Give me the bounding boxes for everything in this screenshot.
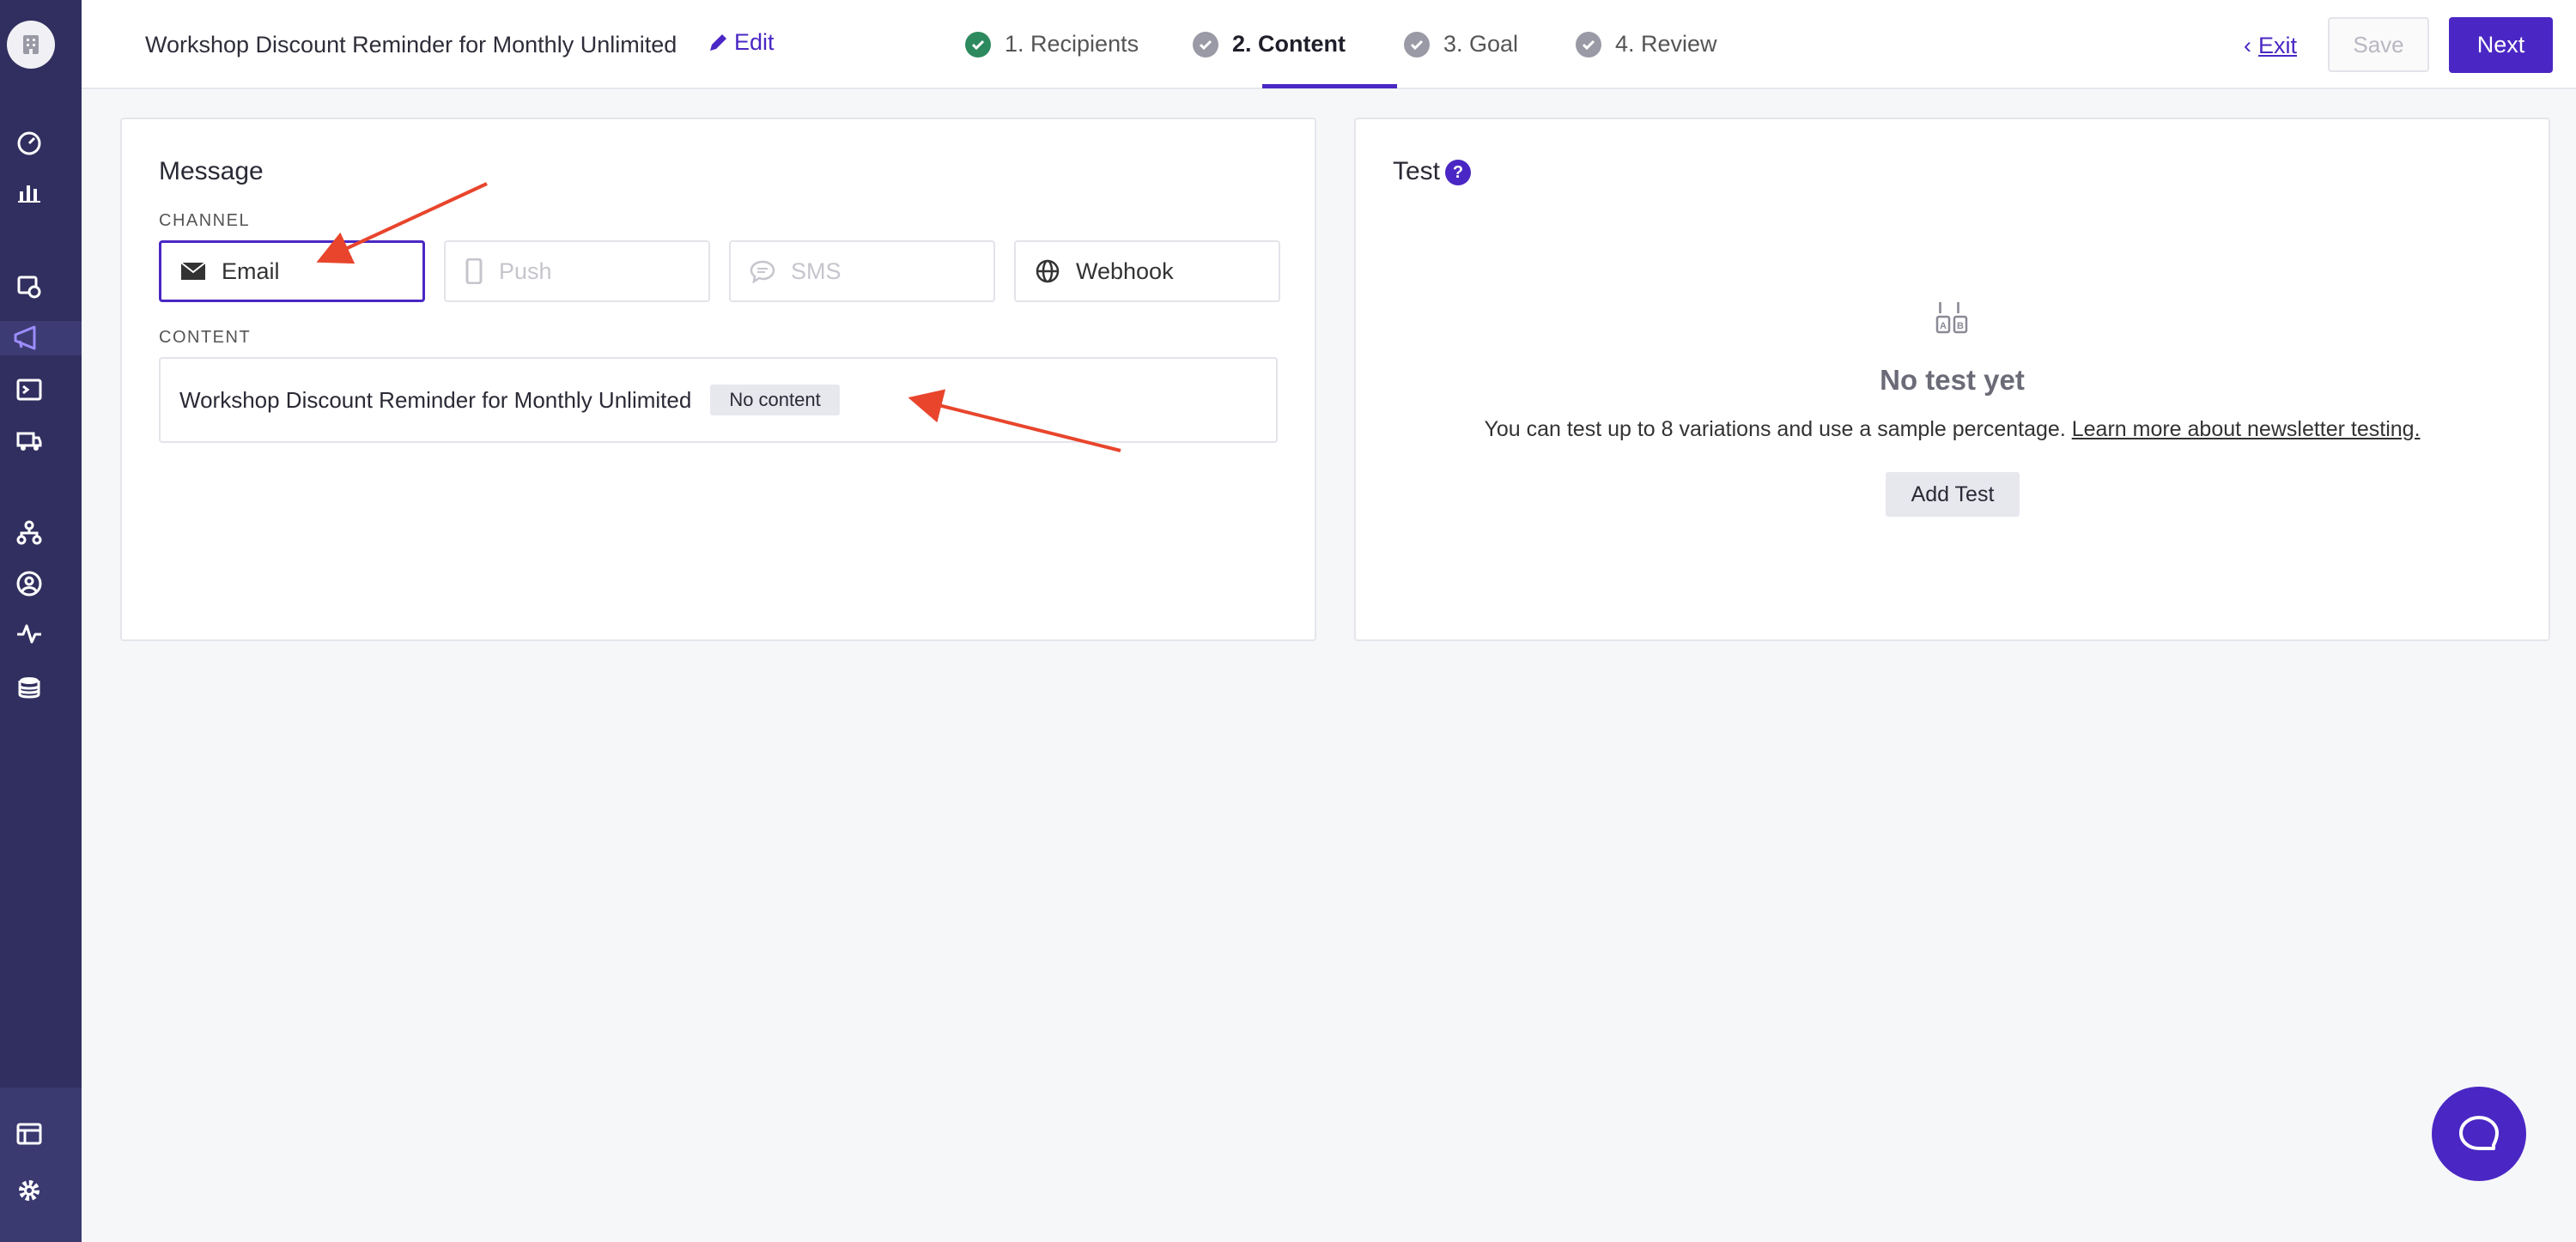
channel-webhook[interactable]: Webhook bbox=[1014, 240, 1280, 302]
add-test-button[interactable]: Add Test bbox=[1886, 472, 2020, 517]
dashboard-icon[interactable] bbox=[12, 126, 46, 161]
message-heading: Message bbox=[159, 157, 264, 185]
pencil-icon bbox=[710, 33, 726, 51]
campaign-title: Workshop Discount Reminder for Monthly U… bbox=[145, 32, 677, 58]
check-circle-icon bbox=[1404, 31, 1430, 58]
database-icon[interactable] bbox=[12, 670, 46, 705]
step-recipients[interactable]: 1. Recipients bbox=[965, 31, 1139, 58]
sidebar bbox=[0, 0, 82, 1242]
terminal-icon[interactable] bbox=[12, 373, 46, 407]
test-panel: Test? IIAB No test yet You can test up t… bbox=[1354, 118, 2550, 641]
help-icon[interactable]: ? bbox=[1445, 160, 1472, 186]
phone-icon bbox=[465, 258, 483, 284]
channel-label: CHANNEL bbox=[159, 211, 251, 230]
chat-icon bbox=[2459, 1116, 2499, 1150]
status-badge: No content bbox=[710, 385, 840, 415]
step-goal[interactable]: 3. Goal bbox=[1404, 31, 1518, 58]
channel-sms[interactable]: SMS bbox=[729, 240, 995, 302]
content-name: Workshop Discount Reminder for Monthly U… bbox=[179, 386, 692, 413]
step-label: 3. Goal bbox=[1443, 31, 1519, 57]
step-content[interactable]: 2. Content bbox=[1193, 31, 1346, 58]
chat-widget-button[interactable] bbox=[2432, 1087, 2526, 1181]
learn-more-link[interactable]: Learn more about newsletter testing. bbox=[2072, 417, 2421, 441]
globe-icon bbox=[1036, 259, 1060, 283]
logo-icon[interactable] bbox=[7, 21, 55, 69]
activity-icon[interactable] bbox=[12, 616, 46, 651]
empty-state-description: You can test up to 8 variations and use … bbox=[1356, 417, 2549, 442]
svg-text:B: B bbox=[1957, 321, 1964, 331]
channel-label-sms: SMS bbox=[791, 257, 841, 284]
step-label: 2. Content bbox=[1232, 31, 1346, 57]
next-button[interactable]: Next bbox=[2449, 17, 2553, 73]
analytics-icon[interactable] bbox=[12, 174, 46, 209]
check-circle-icon bbox=[1193, 31, 1218, 58]
svg-text:I: I bbox=[1938, 300, 1942, 317]
channel-email[interactable]: Email bbox=[159, 240, 425, 302]
settings-icon[interactable] bbox=[12, 1173, 46, 1208]
top-bar: Workshop Discount Reminder for Monthly U… bbox=[82, 0, 2576, 89]
truck-icon[interactable] bbox=[12, 424, 46, 458]
empty-state-text: You can test up to 8 variations and use … bbox=[1484, 417, 2066, 441]
campaigns-icon[interactable] bbox=[0, 321, 82, 355]
step-review[interactable]: 4. Review bbox=[1576, 31, 1717, 58]
test-heading-row: Test? bbox=[1393, 157, 1472, 186]
content-item[interactable]: Workshop Discount Reminder for Monthly U… bbox=[159, 357, 1278, 443]
envelope-icon bbox=[180, 262, 206, 280]
check-circle-icon bbox=[965, 31, 991, 58]
channel-label-push: Push bbox=[499, 257, 552, 284]
test-heading: Test bbox=[1393, 157, 1441, 185]
step-label: 1. Recipients bbox=[1005, 31, 1139, 57]
active-step-indicator bbox=[1262, 84, 1397, 88]
chevron-left-icon: ‹ bbox=[2244, 33, 2251, 58]
exit-link[interactable]: ‹ Exit bbox=[2244, 33, 2297, 59]
svg-text:A: A bbox=[1940, 321, 1947, 331]
svg-text:I: I bbox=[1956, 300, 1960, 317]
check-circle-icon bbox=[1576, 31, 1601, 58]
edit-button[interactable]: Edit bbox=[707, 29, 775, 56]
empty-state-title: No test yet bbox=[1880, 364, 2025, 396]
edit-label: Edit bbox=[734, 29, 775, 55]
chat-bubble-icon bbox=[750, 260, 775, 283]
profile-icon[interactable] bbox=[12, 566, 46, 601]
table-icon[interactable] bbox=[12, 1117, 46, 1151]
channel-label-webhook: Webhook bbox=[1076, 257, 1174, 284]
channel-push[interactable]: Push bbox=[444, 240, 710, 302]
sidebar-footer bbox=[0, 1088, 82, 1242]
org-chart-icon[interactable] bbox=[12, 516, 46, 550]
step-label: 4. Review bbox=[1615, 31, 1717, 57]
journeys-icon[interactable] bbox=[12, 270, 46, 304]
content-label: CONTENT bbox=[159, 328, 252, 347]
ab-test-icon: IIAB bbox=[1935, 300, 1970, 342]
save-button[interactable]: Save bbox=[2328, 17, 2429, 72]
channel-label-email: Email bbox=[222, 257, 280, 284]
message-panel: Message CHANNEL Email Push SMS Webhook C… bbox=[120, 118, 1316, 641]
